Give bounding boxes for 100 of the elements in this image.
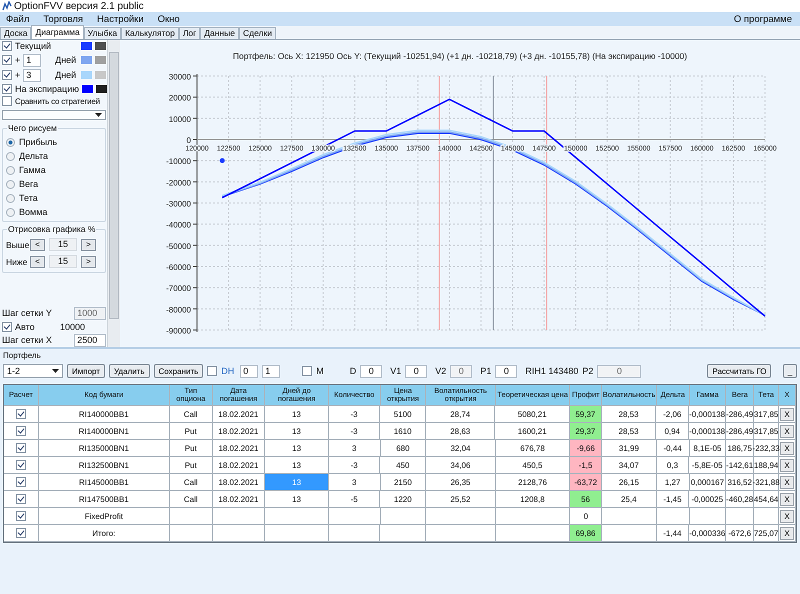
checkbox-label: DH (221, 366, 234, 376)
field-label: P1 (480, 366, 492, 376)
increase-button[interactable]: > (81, 238, 96, 251)
table-cell: -1,45 (656, 491, 690, 507)
checkbox-label: Авто (15, 322, 36, 332)
y-tick-label: -80000 (166, 305, 191, 314)
range-field[interactable]: 15 (49, 255, 77, 268)
minimize-button[interactable]: _ (783, 364, 797, 378)
menu-item[interactable]: О программе (734, 14, 794, 24)
checkbox[interactable] (16, 426, 26, 436)
radio-button[interactable] (6, 208, 15, 217)
table-cell: -63,72 (570, 474, 602, 490)
increase-button[interactable]: > (81, 256, 96, 268)
table-cell: 450 (380, 457, 426, 473)
checkbox[interactable] (2, 55, 12, 66)
delete-button[interactable]: X (780, 408, 794, 420)
menu-item[interactable]: Окно (158, 14, 180, 24)
menu-item[interactable]: Торговля (43, 14, 84, 24)
table-cell: -1,5 (570, 457, 602, 473)
checkbox[interactable] (302, 366, 312, 376)
decrease-button[interactable]: < (30, 238, 45, 251)
checkbox[interactable] (16, 460, 26, 470)
tab[interactable]: Доска (0, 27, 32, 39)
portfolio-select[interactable]: 1-2 (3, 364, 63, 378)
tab[interactable]: Улыбка (84, 27, 122, 39)
tab[interactable]: Диаграмма (31, 25, 84, 39)
color-swatch[interactable] (95, 42, 106, 50)
value-field[interactable]: 0 (495, 364, 518, 378)
decrease-button[interactable]: < (30, 256, 45, 268)
delete-button[interactable]: X (780, 492, 794, 506)
color-swatch[interactable] (81, 42, 92, 50)
checkbox[interactable] (16, 477, 26, 487)
radio-button[interactable] (6, 194, 15, 203)
grid-x-field[interactable]: 2500 (74, 334, 106, 347)
value-field[interactable]: 0 (405, 364, 428, 378)
scrollbar[interactable] (107, 40, 120, 347)
checkbox[interactable] (2, 84, 12, 94)
radio-label: Вомма (19, 207, 48, 218)
radio-button[interactable] (6, 138, 15, 147)
checkbox[interactable] (16, 409, 26, 419)
checkbox[interactable] (16, 494, 26, 504)
color-swatch[interactable] (95, 56, 106, 64)
checkbox[interactable] (2, 70, 12, 80)
y-tick-label: -90000 (166, 326, 191, 336)
y-tick-label: 20000 (168, 94, 191, 103)
field-label: D (350, 366, 356, 376)
color-swatch[interactable] (95, 71, 106, 80)
days-field[interactable]: 3 (23, 68, 42, 82)
table-cell: 28,74 (426, 406, 496, 422)
y-tick-label: -30000 (166, 200, 191, 208)
delete-button[interactable]: X (780, 424, 794, 438)
radio-button[interactable] (6, 180, 15, 189)
delete-button[interactable]: X (780, 458, 794, 472)
range-field[interactable]: 15 (49, 238, 77, 252)
table-cell: -672,6 (726, 525, 754, 541)
value-field[interactable]: 0 (360, 364, 382, 378)
checkbox-label: Текущий (15, 41, 52, 52)
y-tick-label: 0 (186, 136, 191, 145)
toolbar-button[interactable]: Удалить (108, 364, 150, 378)
table-cell: 13 (265, 457, 329, 473)
color-swatch[interactable] (81, 71, 92, 80)
chart-title: Портфель: Ось X: 121950 Ось Y: (Текущий -10251,94) (+1 дн. -10218,79) (+3 дн. -10155,78) (На экспирацию -10000) (232, 51, 688, 61)
checkbox[interactable] (2, 41, 12, 52)
calculate-button[interactable]: Рассчитать ГО (707, 364, 772, 378)
table-cell: Call (170, 474, 213, 490)
checkbox[interactable] (2, 96, 12, 106)
y-tick-label: 10000 (168, 114, 191, 124)
checkbox[interactable] (2, 322, 12, 332)
app-logo-icon (2, 1, 12, 11)
tab[interactable]: Сделки (238, 27, 276, 39)
table-cell: FixedProfit (38, 508, 170, 524)
checkbox[interactable] (207, 366, 218, 376)
checkbox-label: Сравнить со стратегией (15, 96, 100, 106)
checkbox[interactable] (16, 528, 26, 538)
menu-item[interactable]: Настройки (97, 14, 144, 24)
radio-button[interactable] (6, 152, 15, 161)
toolbar-button[interactable]: Сохранить (154, 364, 204, 378)
delete-button[interactable]: X (780, 476, 794, 488)
table-cell: Call (170, 491, 213, 507)
menu-item[interactable]: Файл (6, 14, 30, 24)
color-swatch[interactable] (82, 84, 93, 93)
color-swatch[interactable] (96, 84, 107, 93)
tab[interactable]: Лог (178, 27, 200, 39)
spin-field[interactable]: 0 (240, 364, 258, 378)
checkbox[interactable] (16, 511, 26, 521)
toolbar-button[interactable]: Импорт (67, 364, 105, 378)
y-tick-label: -50000 (166, 242, 191, 251)
radio-button[interactable] (6, 166, 15, 175)
y-tick-label: -20000 (166, 178, 191, 188)
delete-button[interactable]: X (780, 510, 794, 522)
days-field[interactable]: 1 (23, 54, 42, 67)
tab[interactable]: Калькулятор (121, 27, 179, 39)
delete-button[interactable]: X (780, 526, 794, 540)
color-swatch[interactable] (81, 56, 92, 64)
delete-button[interactable]: X (780, 442, 794, 454)
tab[interactable]: Данные (200, 27, 239, 39)
checkbox[interactable] (16, 443, 26, 453)
spin-field[interactable]: 1 (262, 364, 280, 378)
table-cell: 8,1E-05 (690, 440, 726, 456)
caret-icon (95, 112, 102, 117)
